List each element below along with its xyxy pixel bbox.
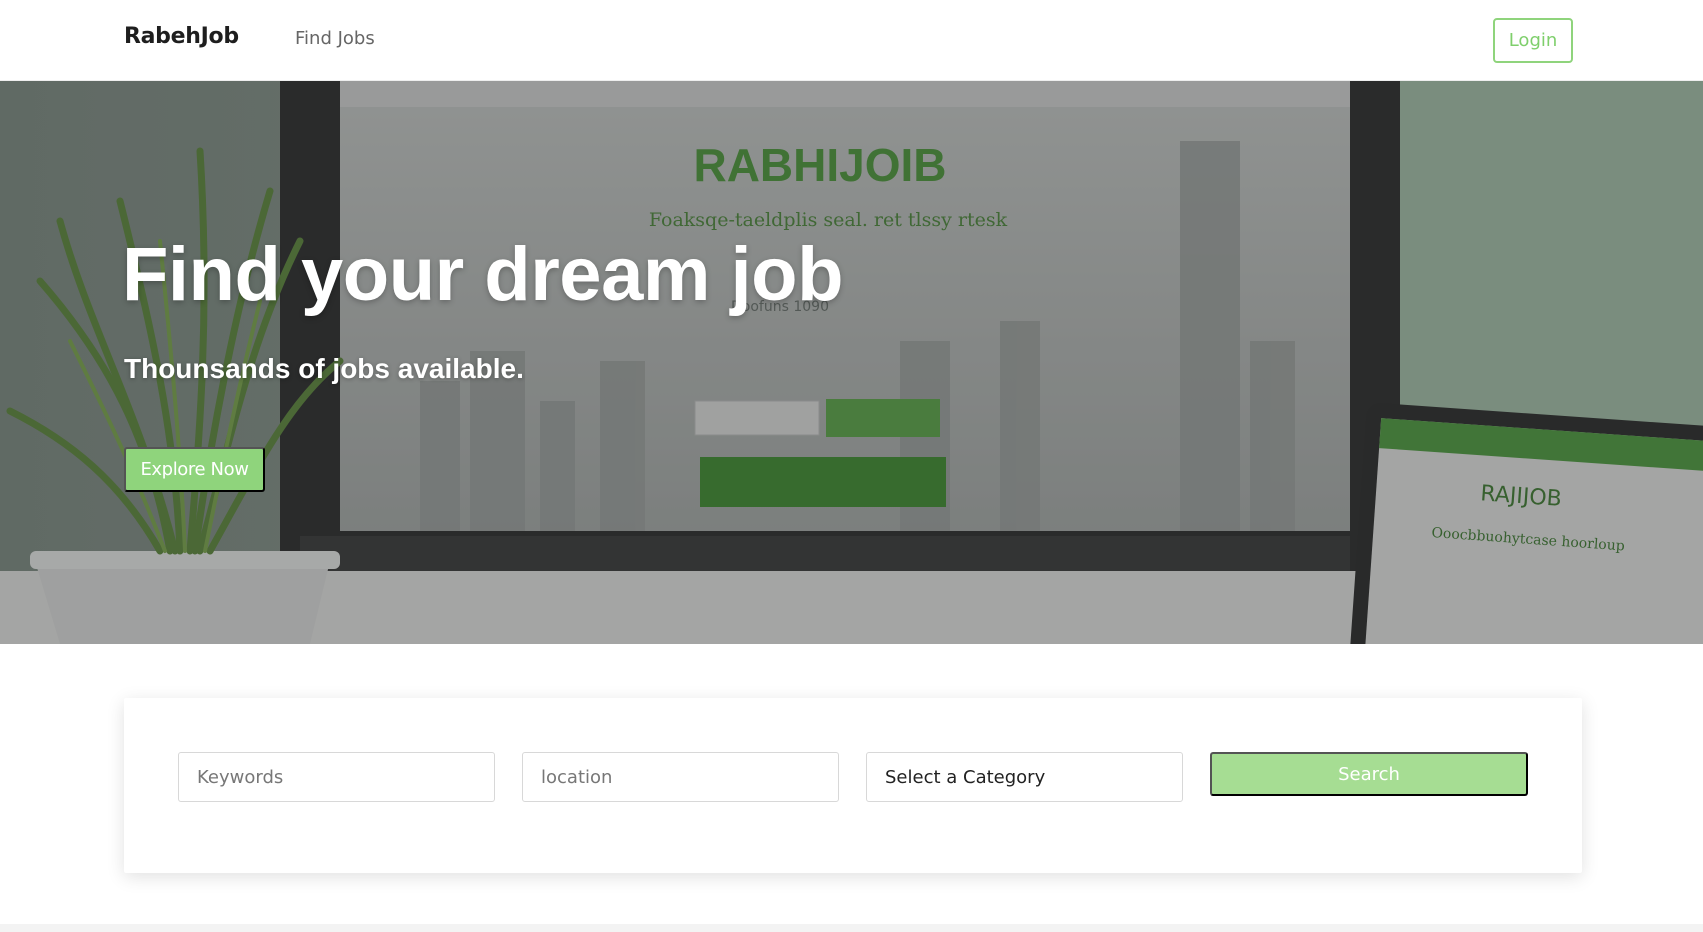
login-button[interactable]: Login [1493,18,1573,63]
footer-divider [0,924,1703,932]
category-select-value: Select a Category [885,766,1046,788]
hero-title: Find your dream job [122,232,844,317]
hero-subtitle: Thounsands of jobs available. [124,353,524,384]
navbar: RabehJob Find Jobs Login [0,0,1703,81]
brand-logo[interactable]: RabehJob [124,24,239,49]
keywords-input[interactable] [197,766,476,788]
location-input[interactable] [541,766,820,788]
search-button[interactable]: Search [1210,752,1528,796]
keywords-field[interactable] [178,752,495,802]
hero-section: RABHIJOIB Foaksqe-taeldplis seal. ret tl… [0,81,1703,644]
explore-now-button[interactable]: Explore Now [124,447,265,492]
category-select[interactable]: Select a Category [866,752,1183,802]
location-field[interactable] [522,752,839,802]
nav-link-find-jobs[interactable]: Find Jobs [295,28,375,49]
job-search-form: Select a Category Search [124,698,1582,873]
